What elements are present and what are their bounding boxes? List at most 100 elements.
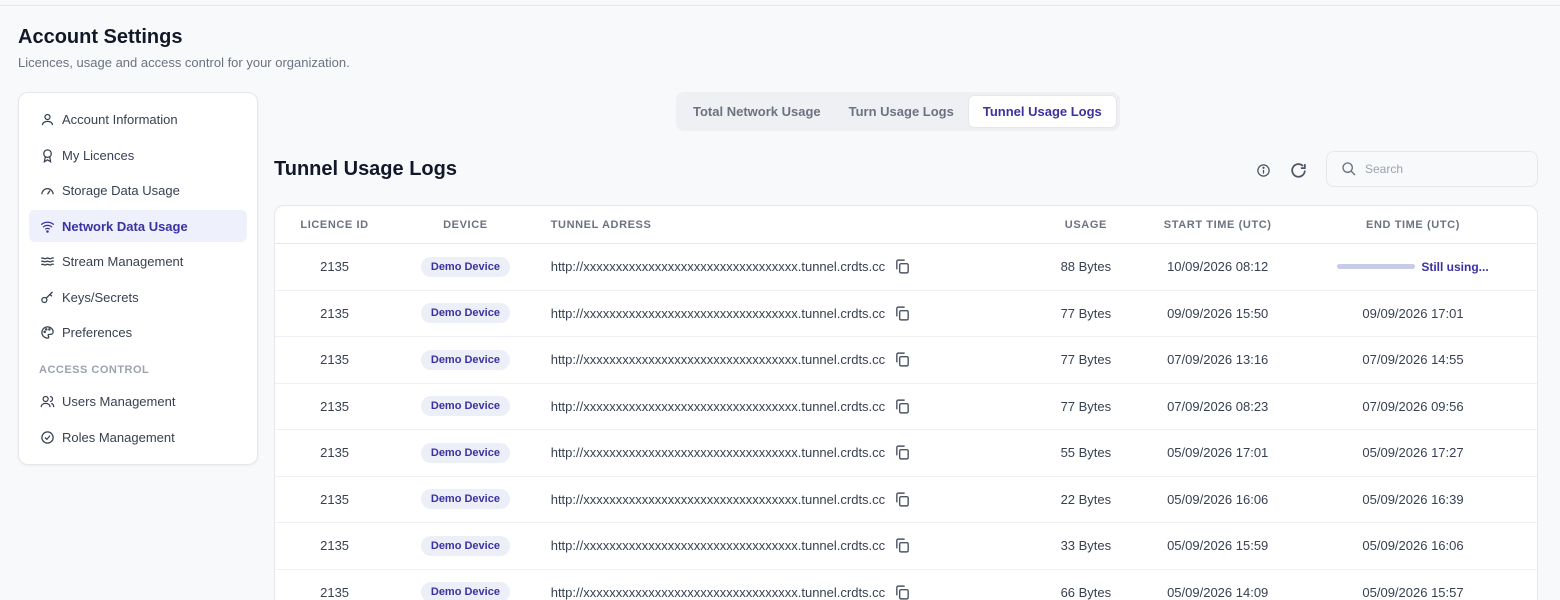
device-cell: Demo Device	[394, 349, 537, 370]
usage-cell: 66 Bytes	[1060, 584, 1112, 600]
device-cell: Demo Device	[394, 396, 537, 417]
column-header-device[interactable]: DEVICE	[394, 219, 537, 231]
start-time-cell: 07/09/2026 13:16	[1167, 352, 1269, 368]
tunnel-address-cell: http://xxxxxxxxxxxxxxxxxxxxxxxxxxxxxxxxx…	[537, 397, 1026, 415]
copy-icon[interactable]	[893, 583, 911, 600]
search-input[interactable]	[1365, 162, 1525, 176]
sidebar-item-storage-data-usage[interactable]: Storage Data Usage	[29, 174, 247, 206]
sidebar-item-label: Account Information	[62, 111, 178, 127]
end-time-cell: 05/09/2026 16:06	[1362, 538, 1464, 554]
usage-cell: 77 Bytes	[1060, 305, 1112, 321]
sidebar-item-network-data-usage[interactable]: Network Data Usage	[29, 210, 247, 242]
tunnel-address-text: http://xxxxxxxxxxxxxxxxxxxxxxxxxxxxxxxxx…	[550, 491, 886, 507]
start-time-cell: 05/09/2026 16:06	[1167, 491, 1269, 507]
column-header-tunnel-address[interactable]: TUNNEL ADRESS	[537, 219, 1026, 231]
section-title: Tunnel Usage Logs	[274, 158, 457, 180]
tab-tunnel-usage-logs[interactable]: Tunnel Usage Logs	[967, 95, 1117, 128]
copy-icon[interactable]	[893, 351, 911, 369]
tunnel-address-cell: http://xxxxxxxxxxxxxxxxxxxxxxxxxxxxxxxxx…	[537, 537, 1026, 555]
table-row[interactable]: 2135 Demo Device http://xxxxxxxxxxxxxxxxxx…	[275, 430, 1537, 477]
licence-id-cell: 2135	[320, 491, 350, 507]
device-badge: Demo Device	[420, 535, 510, 556]
end-time-cell: 07/09/2026 09:56	[1362, 398, 1464, 414]
search-box	[1326, 151, 1538, 187]
copy-icon[interactable]	[893, 258, 911, 276]
column-header-licence-id[interactable]: LICENCE ID	[275, 219, 394, 231]
info-icon[interactable]	[1255, 162, 1271, 178]
sidebar-item-account-information[interactable]: Account Information	[29, 103, 247, 135]
sidebar-item-label: My Licences	[62, 147, 135, 163]
column-header-start-time[interactable]: START TIME (UTC)	[1146, 219, 1289, 231]
page-subtitle: Licences, usage and access control for y…	[18, 55, 350, 70]
table-row[interactable]: 2135 Demo Device http://xxxxxxxxxxxxxxxxxx…	[275, 244, 1537, 291]
device-badge: Demo Device	[420, 303, 510, 324]
table-row[interactable]: 2135 Demo Device http://xxxxxxxxxxxxxxxxxx…	[275, 477, 1537, 523]
table-body: 2135 Demo Device http://xxxxxxxxxxxxxxxxxx…	[275, 244, 1537, 600]
table-row[interactable]: 2135 Demo Device http://xxxxxxxxxxxxxxxxxx…	[275, 337, 1537, 384]
settings-sidebar: Account Information My Licences Storage …	[18, 92, 258, 465]
start-time-cell: 05/09/2026 14:09	[1167, 584, 1269, 600]
access-control-section-label: ACCESS CONTROL	[39, 364, 150, 376]
sidebar-item-my-licences[interactable]: My Licences	[29, 139, 247, 171]
table-row[interactable]: 2135 Demo Device http://xxxxxxxxxxxxxxxxxx…	[275, 570, 1537, 600]
usage-cell: 55 Bytes	[1060, 445, 1112, 461]
licence-id-cell: 2135	[320, 305, 350, 321]
refresh-icon[interactable]	[1288, 160, 1308, 180]
sidebar-item-label: Keys/Secrets	[62, 289, 139, 305]
tunnel-address-cell: http://xxxxxxxxxxxxxxxxxxxxxxxxxxxxxxxxx…	[537, 583, 1026, 600]
licence-id-cell: 2135	[320, 445, 350, 461]
check-circle-icon	[39, 429, 55, 445]
gauge-icon	[39, 182, 55, 198]
end-time-cell: 05/09/2026 15:57	[1362, 584, 1464, 600]
device-badge: Demo Device	[420, 489, 510, 510]
tunnel-address-cell: http://xxxxxxxxxxxxxxxxxxxxxxxxxxxxxxxxx…	[537, 444, 1026, 462]
copy-icon[interactable]	[893, 490, 911, 508]
start-time-cell: 10/09/2026 08:12	[1167, 259, 1269, 275]
column-header-end-time[interactable]: END TIME (UTC)	[1289, 219, 1537, 231]
licence-id-cell: 2135	[320, 259, 350, 275]
sidebar-item-roles-management[interactable]: Roles Management	[29, 421, 247, 453]
device-cell: Demo Device	[394, 489, 537, 510]
device-badge: Demo Device	[420, 442, 510, 463]
sidebar-item-stream-management[interactable]: Stream Management	[29, 245, 247, 277]
copy-icon[interactable]	[893, 444, 911, 462]
tunnel-address-cell: http://xxxxxxxxxxxxxxxxxxxxxxxxxxxxxxxxx…	[537, 258, 1026, 276]
usage-cell: 77 Bytes	[1060, 398, 1112, 414]
usage-cell: 88 Bytes	[1060, 259, 1112, 275]
usage-tabs: Total Network Usage Turn Usage Logs Tunn…	[676, 92, 1120, 131]
start-time-cell: 05/09/2026 15:59	[1167, 538, 1269, 554]
copy-icon[interactable]	[893, 304, 911, 322]
tab-turn-usage-logs[interactable]: Turn Usage Logs	[835, 95, 968, 128]
end-time-cell: 09/09/2026 17:01	[1362, 305, 1464, 321]
tunnel-address-text: http://xxxxxxxxxxxxxxxxxxxxxxxxxxxxxxxxx…	[550, 305, 886, 321]
user-icon	[39, 111, 55, 127]
search-icon	[1341, 161, 1357, 177]
sidebar-item-keys-secrets[interactable]: Keys/Secrets	[29, 281, 247, 313]
sidebar-item-label: Roles Management	[62, 429, 175, 445]
award-icon	[39, 147, 55, 163]
device-badge: Demo Device	[420, 349, 510, 370]
tunnel-address-cell: http://xxxxxxxxxxxxxxxxxxxxxxxxxxxxxxxxx…	[537, 351, 1026, 369]
copy-icon[interactable]	[893, 537, 911, 555]
device-cell: Demo Device	[394, 442, 537, 463]
table-row[interactable]: 2135 Demo Device http://xxxxxxxxxxxxxxxxxx…	[275, 523, 1537, 570]
tunnel-address-text: http://xxxxxxxxxxxxxxxxxxxxxxxxxxxxxxxxx…	[550, 538, 886, 554]
device-cell: Demo Device	[394, 582, 537, 600]
sidebar-item-preferences[interactable]: Preferences	[29, 316, 247, 348]
end-time-cell: 05/09/2026 16:39	[1362, 491, 1464, 507]
tunnel-address-cell: http://xxxxxxxxxxxxxxxxxxxxxxxxxxxxxxxxx…	[537, 304, 1026, 322]
wifi-icon	[39, 218, 55, 234]
licence-id-cell: 2135	[320, 584, 350, 600]
users-icon	[39, 393, 55, 409]
tunnel-usage-table: LICENCE ID DEVICE TUNNEL ADRESS USAGE ST…	[274, 205, 1538, 600]
device-cell: Demo Device	[394, 535, 537, 556]
column-header-usage[interactable]: USAGE	[1025, 219, 1146, 231]
sidebar-item-label: Stream Management	[62, 253, 184, 269]
tab-total-network-usage[interactable]: Total Network Usage	[679, 95, 835, 128]
sidebar-item-users-management[interactable]: Users Management	[29, 385, 247, 417]
table-row[interactable]: 2135 Demo Device http://xxxxxxxxxxxxxxxxxx…	[275, 291, 1537, 337]
table-row[interactable]: 2135 Demo Device http://xxxxxxxxxxxxxxxxxx…	[275, 384, 1537, 430]
copy-icon[interactable]	[893, 397, 911, 415]
usage-progress-bar	[1337, 264, 1416, 270]
usage-cell: 22 Bytes	[1060, 491, 1112, 507]
